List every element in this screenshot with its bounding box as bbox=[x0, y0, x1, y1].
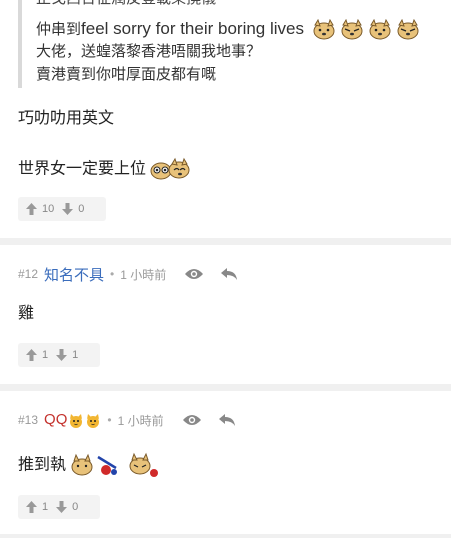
timestamp: 1 小時前 bbox=[120, 267, 167, 282]
thumb-down-arrow-icon bbox=[56, 501, 68, 513]
comment-content-row: 推到執 bbox=[18, 452, 164, 478]
username-link[interactable]: 知名不具 bbox=[44, 264, 104, 285]
quote-cut-line: 止戈西台征潤反豈載樂撓儀 bbox=[36, 0, 216, 9]
comment-content: 雞 bbox=[18, 303, 35, 322]
quote-line-2: 大佬，送蝗落黎香港唔關我地事？ bbox=[36, 42, 262, 60]
reply-icon[interactable] bbox=[220, 267, 238, 281]
comment-content: 推到執 bbox=[18, 454, 67, 474]
divider bbox=[0, 238, 451, 245]
dog-emoji-icon bbox=[395, 18, 421, 41]
quote-line-3: 賣港賣到你咁厚面皮都有嘅 bbox=[36, 65, 217, 83]
dog-emoji-icon bbox=[339, 18, 365, 41]
comment-header: #12 知名不具 • 1 小時前 bbox=[18, 264, 238, 284]
reply-icon[interactable] bbox=[218, 413, 236, 427]
downvote-button[interactable]: 0 bbox=[62, 203, 84, 215]
thumb-down-arrow-icon bbox=[62, 203, 74, 215]
upvote-count: 1 bbox=[42, 501, 49, 513]
upvote-button[interactable]: 1 bbox=[26, 349, 48, 361]
separator-dot: • bbox=[107, 413, 112, 427]
dog-emoji-icon bbox=[367, 18, 393, 41]
thumb-up-arrow-icon bbox=[26, 203, 37, 215]
divider bbox=[0, 534, 451, 538]
cat-emoji-icon bbox=[70, 413, 83, 428]
post-text-1: 巧叻叻用英文 bbox=[18, 108, 115, 127]
quote-line-1-latin: feel sorry for their boring lives bbox=[81, 19, 304, 38]
downvote-count: 0 bbox=[72, 501, 79, 513]
upvote-count: 1 bbox=[42, 349, 49, 361]
upvote-count: 10 bbox=[42, 203, 55, 215]
eye-icon[interactable] bbox=[184, 267, 204, 281]
thumb-up-arrow-icon bbox=[26, 349, 37, 361]
dog-emoji-icon bbox=[68, 452, 164, 478]
dog-emoji-icon bbox=[311, 18, 337, 41]
separator-dot: • bbox=[110, 267, 115, 281]
comment-number[interactable]: #12 bbox=[18, 267, 38, 281]
username-text: QQ bbox=[44, 411, 68, 429]
vote-bar: 10 0 bbox=[18, 197, 106, 221]
quote-block: 止戈西台征潤反豈載樂撓儀 仲串到feel sorry for their bor… bbox=[18, 0, 451, 88]
comment-header: #13 QQ • 1 小時前 bbox=[18, 410, 236, 430]
downvote-button[interactable]: 1 bbox=[56, 349, 78, 361]
thumb-down-arrow-icon bbox=[56, 349, 68, 361]
vote-bar: 1 1 bbox=[18, 343, 100, 367]
divider bbox=[0, 384, 451, 391]
vote-bar: 1 0 bbox=[18, 495, 100, 519]
thumb-up-arrow-icon bbox=[26, 501, 37, 513]
upvote-button[interactable]: 10 bbox=[26, 203, 54, 215]
upvote-button[interactable]: 1 bbox=[26, 501, 48, 513]
comment-number[interactable]: #13 bbox=[18, 413, 38, 427]
post-text-2: 世界女一定要上位 bbox=[18, 158, 147, 178]
quote-line-1: 仲串到feel sorry for their boring lives bbox=[36, 18, 421, 41]
username-link[interactable]: QQ bbox=[44, 411, 101, 428]
downvote-button[interactable]: 0 bbox=[56, 501, 78, 513]
downvote-count: 1 bbox=[72, 349, 79, 361]
timestamp: 1 小時前 bbox=[117, 413, 164, 428]
downvote-count: 0 bbox=[78, 203, 85, 215]
quote-line-1-prefix: 仲串到 bbox=[36, 20, 82, 38]
cat-emoji-icon bbox=[87, 413, 100, 428]
post-text-2-row: 世界女一定要上位 bbox=[18, 157, 192, 181]
dog-emoji-icon bbox=[148, 157, 192, 181]
eye-icon[interactable] bbox=[182, 413, 202, 427]
